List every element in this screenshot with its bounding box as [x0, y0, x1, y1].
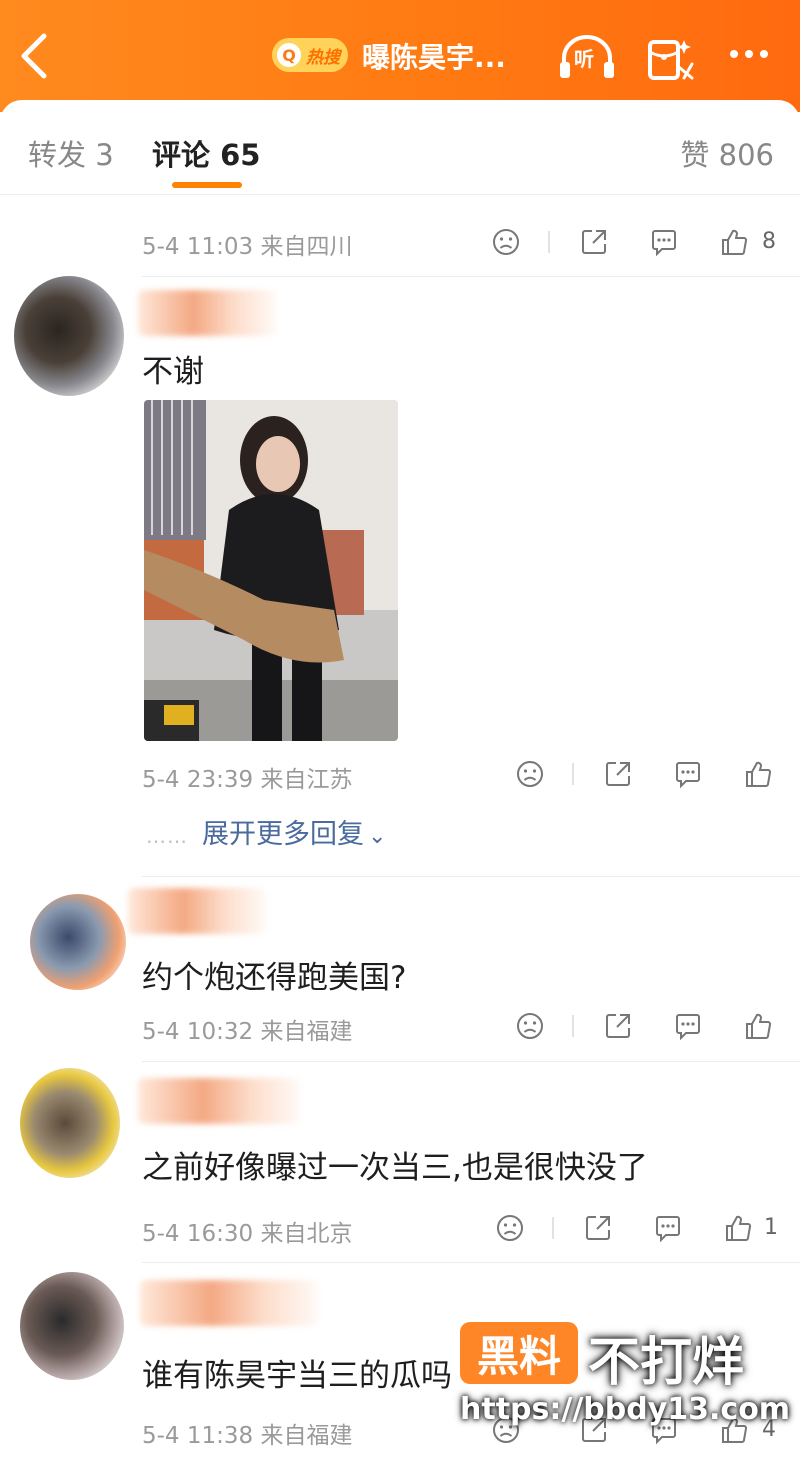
watermark-text: 不打烊	[588, 1333, 745, 1393]
watermark-url: https://bbdy13.com	[460, 1392, 791, 1427]
sad-face-icon	[517, 1013, 543, 1039]
sad-face-icon	[497, 1215, 523, 1241]
dislike-button[interactable]	[514, 758, 546, 790]
watermark: 黑料 不打烊 https://bbdy13.com	[460, 1318, 790, 1458]
divider	[572, 763, 574, 785]
like-button[interactable]	[718, 226, 750, 258]
comment-meta: 5-4 11:03 来自四川	[142, 234, 353, 260]
listen-label: 听	[574, 47, 594, 71]
dot-icon	[745, 50, 753, 58]
listen-button[interactable]: 听	[556, 32, 618, 82]
reply-button[interactable]	[672, 1010, 704, 1042]
dot-icon	[760, 50, 768, 58]
share-button[interactable]	[582, 1212, 614, 1244]
expand-dots: ……	[146, 824, 188, 848]
comment-icon	[652, 230, 676, 257]
divider	[572, 1015, 574, 1037]
comment-meta: 5-4 10:32 来自福建	[142, 1019, 353, 1045]
avatar[interactable]	[20, 1068, 120, 1178]
tab-like[interactable]: 赞 806	[680, 132, 774, 174]
page-title[interactable]: 曝陈昊宇...	[362, 36, 506, 76]
red-packet-button[interactable]	[644, 30, 696, 84]
photo-image	[144, 400, 398, 741]
more-options-button[interactable]	[730, 38, 778, 70]
tab-repost[interactable]: 转发 3	[28, 132, 114, 174]
comment-icon	[676, 1014, 700, 1041]
like-count: 1	[764, 1215, 778, 1240]
like-button[interactable]	[742, 1010, 774, 1042]
comment-text: 谁有陈昊宇当三的瓜吗	[142, 1358, 452, 1394]
avatar[interactable]	[30, 894, 126, 990]
username-blurred[interactable]	[138, 290, 276, 336]
hot-search-label: 热搜	[306, 47, 340, 68]
reply-button[interactable]	[652, 1212, 684, 1244]
chevron-down-icon: ⌄	[368, 824, 387, 849]
comment-text: 不谢	[142, 354, 204, 390]
search-icon: Q	[277, 43, 301, 67]
comment-meta: 5-4 11:38 来自福建	[142, 1423, 353, 1449]
sad-face-icon	[517, 761, 543, 787]
dislike-button[interactable]	[490, 226, 522, 258]
thumbs-up-icon	[746, 761, 772, 787]
share-icon	[606, 1014, 630, 1038]
username-blurred[interactable]	[128, 888, 266, 934]
share-button[interactable]	[602, 1010, 634, 1042]
username-blurred[interactable]	[140, 1280, 318, 1326]
active-tab-indicator	[172, 182, 242, 188]
watermark-logo-box: 黑料	[460, 1322, 578, 1384]
comment-icon	[656, 1216, 680, 1243]
divider	[548, 231, 550, 253]
sad-face-icon	[493, 229, 519, 255]
tab-bar: 转发 3 评论 65 赞 806	[0, 100, 800, 195]
share-button[interactable]	[602, 758, 634, 790]
reply-button[interactable]	[648, 226, 680, 258]
dot-icon	[730, 50, 738, 58]
share-icon	[606, 762, 630, 786]
divider	[142, 276, 800, 277]
comment-icon	[676, 762, 700, 789]
like-button[interactable]	[742, 758, 774, 790]
thumbs-up-icon	[722, 229, 748, 255]
share-button[interactable]	[578, 226, 610, 258]
share-icon	[586, 1216, 610, 1240]
back-button[interactable]	[14, 28, 58, 84]
tab-comment[interactable]: 评论 65	[152, 132, 260, 174]
comment-text: 之前好像曝过一次当三,也是很快没了	[142, 1150, 648, 1186]
dislike-button[interactable]	[514, 1010, 546, 1042]
dislike-button[interactable]	[494, 1212, 526, 1244]
avatar[interactable]	[14, 276, 124, 396]
expand-replies-link[interactable]: …… 展开更多回复 ⌄	[146, 812, 386, 851]
red-envelope-icon	[648, 40, 694, 80]
hot-search-badge[interactable]: Q 热搜	[272, 38, 348, 72]
comment-meta: 5-4 16:30 来自北京	[142, 1221, 353, 1247]
expand-replies-label: 展开更多回复	[202, 819, 364, 850]
reply-button[interactable]	[672, 758, 704, 790]
like-count: 8	[762, 229, 776, 254]
like-button[interactable]	[722, 1212, 754, 1244]
top-nav-bar: Q 热搜 曝陈昊宇... 听	[0, 0, 800, 112]
comment-image[interactable]	[144, 400, 398, 741]
thumbs-up-icon	[726, 1215, 752, 1241]
comment-text: 约个炮还得跑美国?	[142, 960, 407, 996]
comment-meta: 5-4 23:39 来自江苏	[142, 767, 353, 793]
thumbs-up-icon	[746, 1013, 772, 1039]
avatar[interactable]	[20, 1272, 124, 1380]
username-blurred[interactable]	[138, 1078, 300, 1124]
divider	[142, 1262, 800, 1263]
divider	[142, 1061, 800, 1062]
share-icon	[582, 230, 606, 254]
chevron-left-icon	[21, 33, 47, 79]
divider	[142, 876, 800, 877]
divider	[552, 1217, 554, 1239]
